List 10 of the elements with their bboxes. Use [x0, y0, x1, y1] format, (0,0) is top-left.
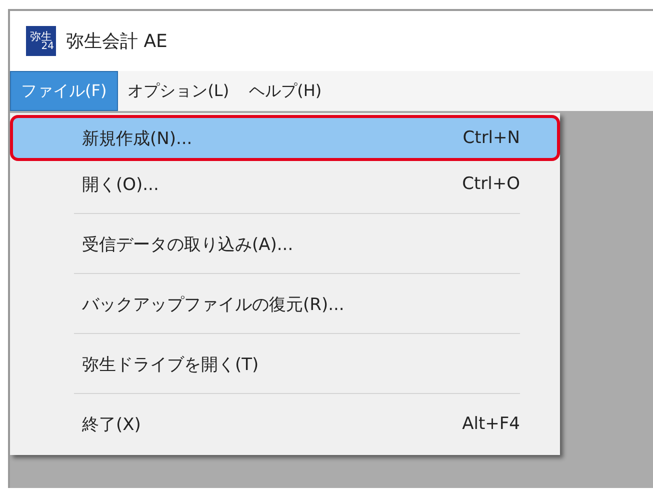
menu-bar-item[interactable]: ヘルプ(H) — [239, 71, 332, 111]
menu-item[interactable]: 新規作成(N)... Ctrl+N — [10, 115, 560, 161]
menu-item[interactable]: 受信データの取り込み(A)... — [10, 221, 560, 267]
menu-item[interactable]: 弥生ドライブを開く(T) — [10, 341, 560, 387]
menu-item[interactable]: バックアップファイルの復元(R)... — [10, 281, 560, 327]
menu-item[interactable]: 開く(O)... Ctrl+O — [10, 161, 560, 207]
app-icon: 弥生 24 — [26, 26, 56, 56]
menu-bar-item[interactable]: オプション(L) — [118, 71, 240, 111]
window-title: 弥生会計 AE — [66, 30, 168, 53]
menu-item[interactable]: 終了(X) Alt+F4 — [10, 401, 560, 447]
